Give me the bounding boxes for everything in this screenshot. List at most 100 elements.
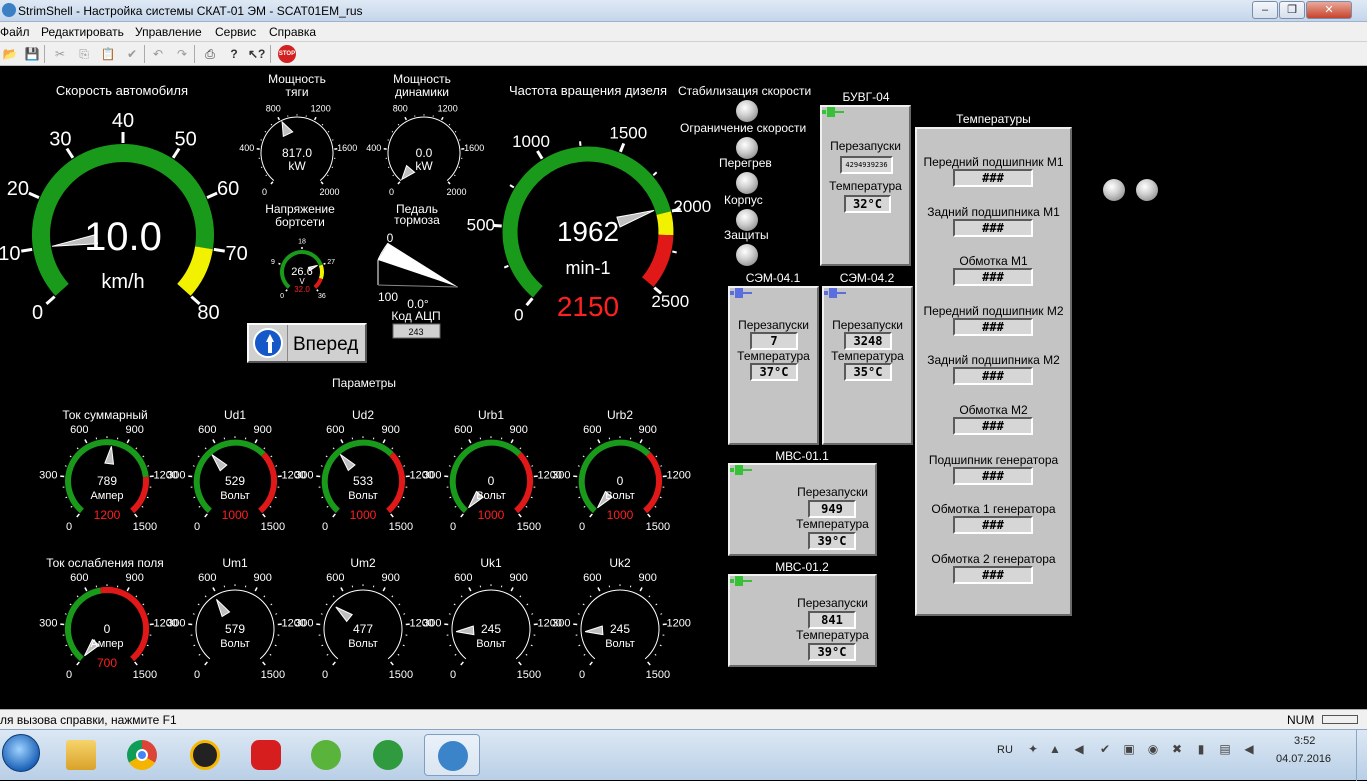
sem2-temp-value: 35°C: [844, 363, 892, 381]
small-gauge-value: 0: [617, 474, 624, 488]
temperature-label: Обмотка 1 генератора: [917, 502, 1070, 516]
traction-power-gauge-tick: [271, 182, 273, 184]
taskbar-explorer[interactable]: [53, 734, 109, 776]
scada-screen: Скорость автомобиля Мощность тяги Мощнос…: [0, 67, 1367, 709]
speed-gauge-tick-label: 20: [7, 178, 29, 200]
diesel-gauge-tick-label: 1000: [512, 132, 550, 151]
diesel-title: Частота вращения дизеля: [509, 83, 667, 98]
speaker-icon[interactable]: ◀: [1242, 742, 1256, 756]
save-icon[interactable]: 💾: [24, 46, 40, 62]
start-orb-icon[interactable]: [2, 734, 40, 772]
small-gauge-4-tick-label: 300: [423, 470, 441, 482]
small-gauge-4-tick-label: 600: [454, 424, 472, 436]
language-indicator[interactable]: RU: [997, 744, 1013, 756]
dynamic-power-gauge-tick: [448, 182, 450, 184]
traction-power-gauge-unit: kW: [288, 159, 306, 173]
small-gauge-8-tick-label: 900: [382, 572, 400, 584]
tray-icon-5[interactable]: ◉: [1146, 742, 1160, 756]
menu-edit[interactable]: Редактировать: [41, 25, 124, 39]
stop-icon[interactable]: STOP: [278, 45, 296, 63]
small-gauge-10-tick-label: 600: [583, 572, 601, 584]
small-gauge-9-tick: [461, 662, 464, 665]
small-gauge-1-tick-label: 1500: [133, 521, 157, 533]
temperature-value: ###: [953, 417, 1033, 435]
tray-icon-2[interactable]: ▲: [1048, 742, 1062, 756]
small-gauge-limit: 1000: [607, 508, 634, 522]
undo-icon[interactable]: ↶: [150, 46, 166, 62]
taskbar-utorrent[interactable]: [298, 734, 354, 776]
clock-date[interactable]: 04.07.2016: [1276, 753, 1331, 765]
mvs1-temp-label: Температура: [760, 517, 905, 531]
menu-file[interactable]: Файл: [0, 25, 30, 39]
mvs2-restarts-label: Перезапуски: [760, 596, 905, 610]
small-gauge-title: Ток суммарный: [62, 408, 147, 422]
cut-icon[interactable]: ✂: [52, 46, 68, 62]
small-gauge-4-tick: [511, 440, 513, 444]
tray-icon-3[interactable]: ✔: [1098, 742, 1112, 756]
small-gauge-9-tick-label: 600: [454, 572, 472, 584]
temperature-value: ###: [953, 268, 1033, 286]
small-gauge-title: Ток ослабления поля: [46, 556, 164, 570]
board-voltage-gauge-band: [315, 279, 321, 288]
archicad-icon: [190, 740, 220, 770]
small-gauge-value: 245: [481, 622, 501, 636]
maximize-button[interactable]: ❐: [1279, 1, 1305, 19]
board-voltage-gauge-tick: [279, 263, 281, 264]
redo-icon[interactable]: ↷: [174, 46, 190, 62]
taskbar-chrome[interactable]: [114, 734, 170, 776]
show-desktop-button[interactable]: [1356, 730, 1367, 781]
board-voltage-gauge-tick-label: 36: [318, 293, 326, 300]
tray-icon-1[interactable]: ✦: [1026, 742, 1040, 756]
small-gauge-7-tick-label: 300: [167, 618, 185, 630]
small-gauge-6-tick-label: 300: [39, 618, 57, 630]
small-gauge-9-needle: [456, 626, 474, 635]
open-icon[interactable]: 📂: [2, 46, 18, 62]
taskbar-network-app[interactable]: [360, 734, 416, 776]
small-gauge-limit: 1000: [478, 508, 505, 522]
chassis-label: Корпус: [724, 193, 763, 207]
clock-time[interactable]: 3:52: [1294, 735, 1315, 747]
help-icon[interactable]: ?: [226, 46, 242, 62]
context-help-icon[interactable]: ↖?: [248, 46, 264, 62]
small-gauge-6-tick: [85, 588, 87, 592]
temperature-label: Передний подшипник М1: [917, 155, 1070, 169]
small-gauge-value: 245: [610, 622, 630, 636]
traction-power-gauge-tick-label: 2000: [319, 187, 339, 197]
tray-icon-6[interactable]: ✖: [1170, 742, 1184, 756]
small-gauge-6-tick: [127, 588, 129, 592]
paste-icon[interactable]: 📋: [100, 46, 116, 62]
menu-service[interactable]: Сервис: [215, 25, 256, 39]
dynamic-power-gauge-needle: [402, 166, 415, 180]
network-icon[interactable]: ▤: [1218, 742, 1232, 756]
battery-icon[interactable]: ▮: [1194, 742, 1208, 756]
tray-icon-4[interactable]: ▣: [1122, 742, 1136, 756]
speed-gauge-tick-label: 10: [0, 243, 21, 265]
copy-icon[interactable]: ⎘: [76, 46, 92, 62]
direction-button[interactable]: Вперед: [247, 323, 367, 363]
taskbar-strimshell[interactable]: [424, 734, 480, 776]
small-gauge-3-tick-label: 1500: [389, 521, 413, 533]
small-gauge-1-tick: [127, 440, 129, 444]
small-gauge-7-tick: [255, 588, 257, 592]
adc-value: 243: [408, 327, 423, 337]
print-icon[interactable]: ⎙: [202, 46, 218, 62]
traction-power-gauge-tick-label: 800: [266, 104, 281, 114]
utorrent-icon: [311, 740, 341, 770]
resize-grip-icon[interactable]: [1322, 715, 1358, 724]
small-gauge-5-tick: [590, 514, 593, 517]
small-gauge-7: 030060090012001500579Вольт: [167, 572, 306, 681]
menu-help[interactable]: Справка: [269, 25, 316, 39]
check-icon[interactable]: ✔: [124, 46, 140, 62]
small-gauge-10-tick-label: 300: [552, 618, 570, 630]
minimize-button[interactable]: –: [1252, 1, 1278, 19]
small-gauge-2-tick: [205, 514, 208, 517]
taskbar-opera[interactable]: [238, 734, 294, 776]
temperature-label: Передний подшипник М2: [917, 304, 1070, 318]
close-button[interactable]: ✕: [1306, 1, 1352, 19]
traction-power-title: Мощность: [268, 72, 326, 86]
small-gauge-unit: Вольт: [348, 638, 378, 650]
taskbar-archicad[interactable]: [177, 734, 233, 776]
small-gauge-6-tick-label: 600: [70, 572, 88, 584]
volume-icon[interactable]: ◀: [1072, 742, 1086, 756]
menu-control[interactable]: Управление: [135, 25, 202, 39]
